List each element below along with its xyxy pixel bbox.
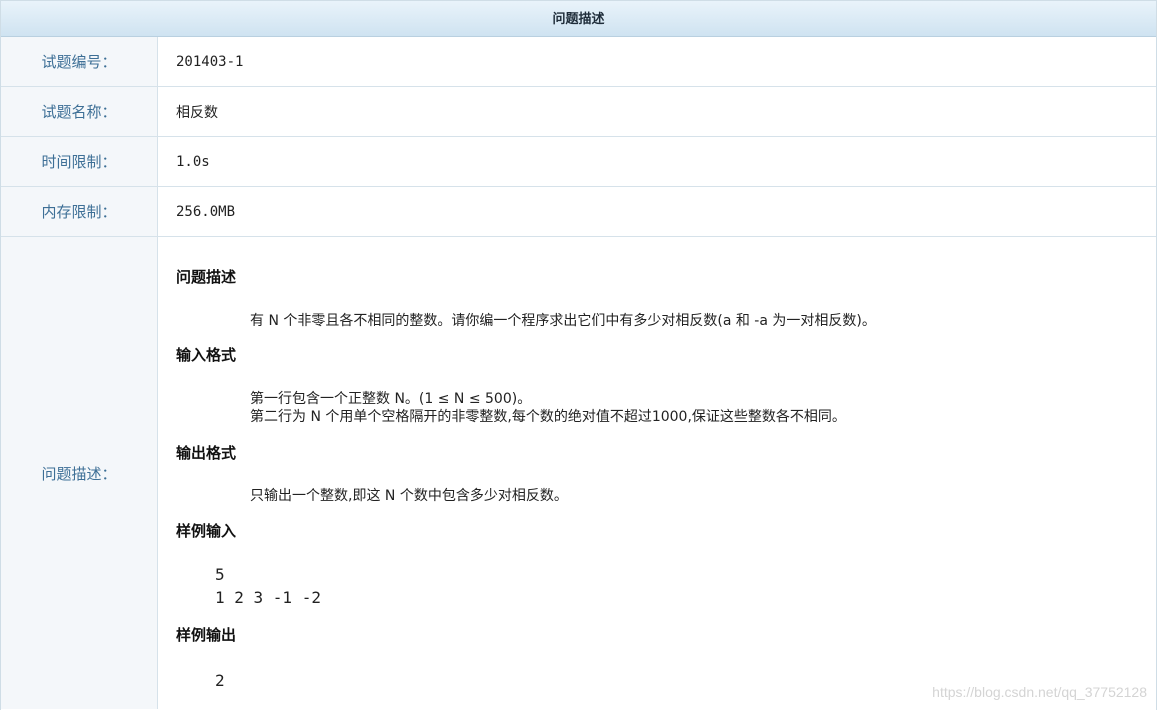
problem-panel: 问题描述 试题编号： 201403-1 试题名称： 相反数 时间限制： 1.0s… bbox=[0, 0, 1157, 710]
memory-limit-value: 256.0MB bbox=[176, 203, 236, 220]
memory-limit-label: 内存限制： bbox=[1, 187, 158, 236]
row-description: 问题描述： 问题描述 有 N 个非零且各不相同的整数。请你编一个程序求出它们中有… bbox=[1, 237, 1156, 709]
sample-input-line-2: 1 2 3 -1 -2 bbox=[215, 588, 321, 607]
description-label: 问题描述： bbox=[1, 237, 158, 709]
panel-header: 问题描述 bbox=[1, 0, 1156, 37]
time-limit-value: 1.0s bbox=[176, 153, 210, 170]
output-format-title: 输出格式 bbox=[176, 444, 237, 462]
row-time-limit: 时间限制： 1.0s bbox=[1, 137, 1156, 187]
sample-input-title: 样例输入 bbox=[176, 522, 237, 540]
watermark-text: https://blog.csdn.net/qq_37752128 bbox=[932, 684, 1147, 700]
problem-id-label: 试题编号： bbox=[1, 37, 158, 86]
row-problem-name: 试题名称： 相反数 bbox=[1, 87, 1156, 137]
output-format-text: 只输出一个整数,即这 N 个数中包含多少对相反数。 bbox=[250, 488, 568, 504]
problem-id-value: 201403-1 bbox=[176, 53, 244, 70]
input-format-line-2: 第二行为 N 个用单个空格隔开的非零整数,每个数的绝对值不超过1000,保证这些… bbox=[250, 409, 846, 425]
sample-output-line-1: 2 bbox=[215, 671, 225, 690]
problem-name-value: 相反数 bbox=[176, 104, 218, 121]
sample-output-title: 样例输出 bbox=[176, 626, 237, 644]
problem-name-label: 试题名称： bbox=[1, 87, 158, 136]
problem-text: 有 N 个非零且各不相同的整数。请你编一个程序求出它们中有多少对相反数(a 和 … bbox=[250, 313, 876, 329]
time-limit-label: 时间限制： bbox=[1, 137, 158, 186]
input-format-title: 输入格式 bbox=[176, 346, 237, 364]
row-memory-limit: 内存限制： 256.0MB bbox=[1, 187, 1156, 237]
problem-section-title: 问题描述 bbox=[176, 268, 237, 286]
description-content: 问题描述 有 N 个非零且各不相同的整数。请你编一个程序求出它们中有多少对相反数… bbox=[158, 237, 1156, 709]
input-format-line-1: 第一行包含一个正整数 N。(1 ≤ N ≤ 500)。 bbox=[250, 391, 532, 407]
row-problem-id: 试题编号： 201403-1 bbox=[1, 37, 1156, 87]
sample-input-line-1: 5 bbox=[215, 565, 225, 584]
